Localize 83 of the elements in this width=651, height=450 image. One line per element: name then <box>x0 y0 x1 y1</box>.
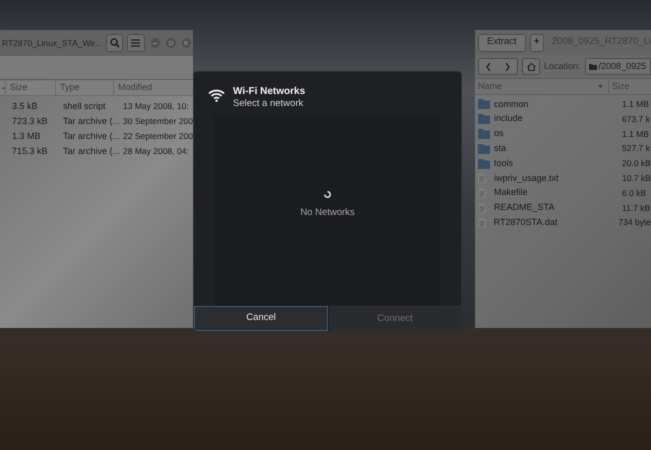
size-cell: 20.0 kB <box>622 157 651 170</box>
location-label: Location: <box>544 60 581 73</box>
folder-icon <box>478 158 490 169</box>
file-row[interactable]: 723.3 kB Tar archive (... 30 September 200 <box>4 114 193 129</box>
name-cell-text: iwpriv_usage.txt <box>493 172 560 185</box>
name-cell-text: tools <box>493 156 514 170</box>
maximize-icon <box>168 41 173 45</box>
size-cell: 673.7 k <box>622 112 650 126</box>
home-button[interactable] <box>522 58 540 75</box>
back-icon[interactable] <box>486 62 491 70</box>
search-button[interactable] <box>106 34 124 52</box>
folder-icon <box>478 114 490 124</box>
modified-cell: 30 September 200 <box>123 115 193 128</box>
file-row[interactable]: include 673.7 k <box>475 112 651 127</box>
modified-cell: 22 September 200 <box>123 130 193 143</box>
file-row[interactable]: iwpriv_usage.txt 10.7 kB <box>475 170 651 186</box>
loading-spinner-icon <box>324 191 331 198</box>
type-cell-text: Tar archive (... <box>62 114 122 128</box>
wifi-icon <box>208 89 225 102</box>
size-cell-text: 723.3 kB <box>11 114 49 128</box>
name-cell-text: RT2870STA.dat <box>492 216 558 230</box>
maximize-button[interactable] <box>166 38 176 48</box>
dialog-title: Wi-Fi Networks <box>233 86 306 98</box>
document-icon <box>478 173 486 184</box>
document-icon <box>478 202 486 213</box>
menu-icon <box>131 39 140 47</box>
name-cell-text: os <box>493 127 505 140</box>
folder-icon <box>478 144 490 154</box>
minimize-icon <box>153 42 158 44</box>
size-cell: 1.1 MB <box>622 128 649 140</box>
name-cell-text: common <box>493 98 530 111</box>
size-cell: 11.7 kB <box>622 202 650 214</box>
location-field[interactable]: /2008_0925 <box>584 58 651 75</box>
size-cell-text: 3.5 kB <box>11 100 39 113</box>
home-icon <box>526 62 536 70</box>
modified-cell-text: 13 May 2008, 10: <box>123 100 190 113</box>
file-row[interactable]: 715.3 kB Tar archive (... 28 May 2008, 04: <box>4 144 193 159</box>
file-row[interactable]: README_STA 11.7 kB <box>475 200 651 216</box>
type-cell-text: Tar archive (... <box>62 144 122 158</box>
document-icon <box>478 218 486 228</box>
column-heading[interactable]: Size <box>5 81 55 95</box>
sort-icon <box>598 85 603 88</box>
folder-icon <box>478 99 490 110</box>
file-row[interactable]: 3.5 kB shell script 13 May 2008, 10: <box>4 99 193 114</box>
close-icon <box>184 41 188 45</box>
column-heading[interactable]: Type <box>55 81 113 95</box>
file-row[interactable]: RT2870STA.dat 734 byte <box>475 215 651 230</box>
name-cell-text: sta <box>493 142 508 156</box>
name-cell-text: README_STA <box>493 201 556 214</box>
size-cell: 527.7 k <box>622 142 650 156</box>
close-button[interactable] <box>182 38 191 48</box>
size-cell-text: 1.3 MB <box>11 130 42 143</box>
type-cell-text: Tar archive (... <box>62 130 122 143</box>
folder-icon <box>478 128 490 139</box>
size-cell: 6.0 kB <box>622 186 646 200</box>
window-title: RT2870_Linux_STA_We... <box>2 36 102 50</box>
file-row[interactable]: sta 527.7 k <box>475 141 651 156</box>
search-icon <box>110 38 120 48</box>
name-cell-text: Makefile <box>493 186 529 200</box>
file-row[interactable]: tools 20.0 kB <box>475 156 651 171</box>
file-row[interactable]: common 1.1 MB <box>475 97 651 112</box>
size-cell: 734 byte <box>618 216 651 230</box>
extract-button[interactable]: Extract <box>478 34 526 52</box>
file-row[interactable]: Makefile 6.0 kB <box>475 186 651 201</box>
size-cell: 1.1 MB <box>622 98 649 111</box>
add-button[interactable]: + <box>530 34 544 52</box>
name-cell-text: include <box>493 112 524 126</box>
size-cell: 10.7 kB <box>622 172 651 185</box>
forward-icon[interactable] <box>505 62 510 70</box>
menu-button[interactable] <box>127 34 145 52</box>
document-icon <box>478 188 486 198</box>
status-text: No Networks <box>300 206 355 220</box>
file-row[interactable]: 1.3 MB Tar archive (... 22 September 200 <box>4 129 193 144</box>
size-cell-text: 715.3 kB <box>11 144 49 158</box>
minimize-button[interactable] <box>150 38 160 48</box>
type-cell-text: shell script <box>62 100 107 113</box>
location-path: /2008_0925 <box>598 60 646 73</box>
folder-icon <box>588 64 597 70</box>
file-row[interactable]: os 1.1 MB <box>475 126 651 142</box>
modified-cell-text: 28 May 2008, 04: <box>123 145 190 158</box>
sort-icon <box>2 86 5 90</box>
cancel-button[interactable]: Cancel <box>194 306 328 331</box>
dialog-subtitle: Select a network <box>233 98 304 110</box>
